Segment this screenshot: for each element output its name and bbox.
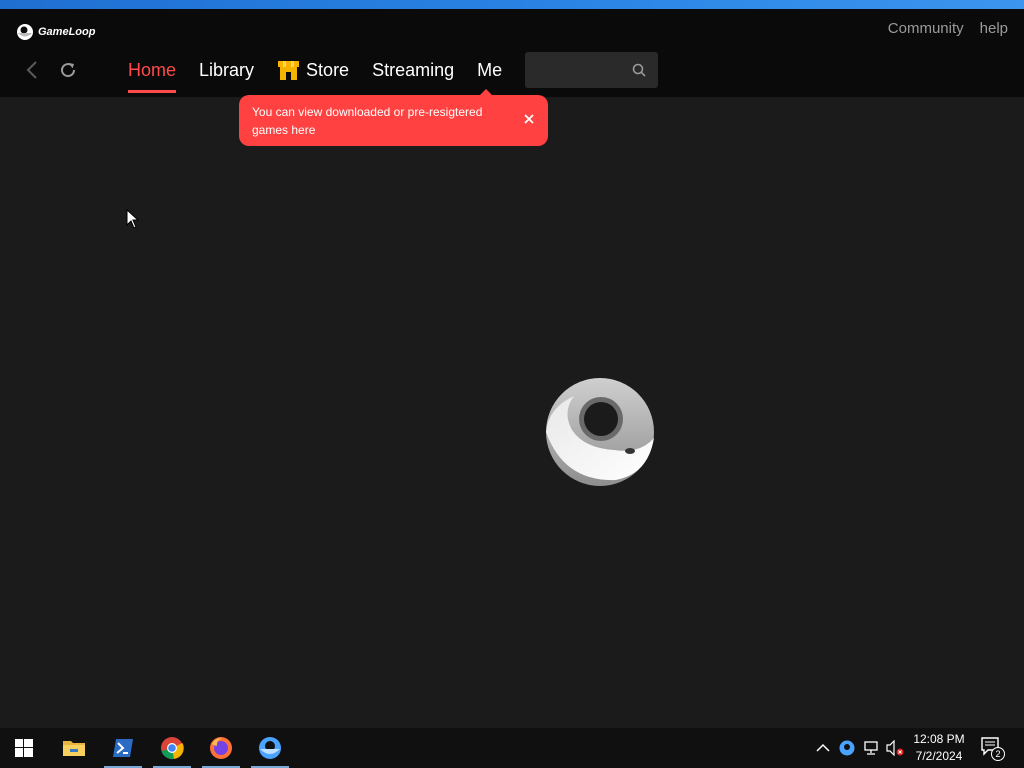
refresh-button[interactable] [57, 59, 79, 81]
clock-date: 7/2/2024 [915, 749, 963, 763]
search-icon[interactable] [632, 63, 646, 77]
firefox-icon [210, 737, 232, 759]
network-icon [864, 741, 878, 755]
main-tabs: Home Library Store Streaming Me [128, 57, 525, 93]
action-center-button[interactable]: 2 [980, 736, 1006, 762]
tab-me-label: Me [477, 59, 503, 80]
file-explorer-icon [63, 741, 85, 756]
tab-home[interactable]: Home [128, 59, 177, 93]
gameloop-logo-icon [17, 24, 33, 40]
refresh-icon [61, 63, 76, 78]
help-link[interactable]: help [980, 20, 1008, 37]
clock-time: 12:08 PM [913, 732, 965, 746]
chrome-icon [161, 737, 184, 760]
tooltip-text: You can view downloaded or pre-resigtere… [252, 105, 483, 137]
gameloop-tray-icon [839, 740, 855, 756]
windows-start-icon [15, 739, 33, 757]
gameloop-logo: GameLoop [16, 23, 95, 41]
start-button[interactable] [0, 728, 48, 768]
tab-store-label: Store [306, 59, 350, 80]
tab-me[interactable]: Me [477, 60, 502, 81]
tab-library[interactable]: Library [199, 60, 254, 81]
gameloop-icon [259, 737, 281, 759]
app-header: GameLoop Community help Home Library Sto… [0, 9, 1024, 97]
chevron-left-icon [26, 61, 37, 79]
taskbar-chrome[interactable] [148, 728, 196, 768]
search-box[interactable] [525, 52, 658, 88]
top-links: Community help [888, 20, 1008, 37]
taskbar-file-explorer[interactable] [50, 728, 98, 768]
volume-muted-icon [886, 740, 904, 756]
tab-home-label: Home [128, 59, 177, 80]
store-icon [278, 60, 300, 80]
logo-text: GameLoop [38, 26, 96, 38]
notification-count-badge: 2 [991, 747, 1005, 761]
taskbar-clock[interactable]: 12:08 PM 7/2/2024 [906, 731, 972, 765]
close-icon[interactable] [522, 112, 536, 126]
tab-store[interactable]: Store [277, 60, 349, 81]
library-tip-popup: You can view downloaded or pre-resigtere… [239, 89, 548, 146]
tray-gameloop[interactable] [838, 739, 856, 757]
window-top-accent [0, 0, 1024, 9]
tab-library-label: Library [199, 59, 255, 80]
powershell-icon [113, 739, 133, 757]
taskbar-firefox[interactable] [197, 728, 245, 768]
tray-network[interactable] [862, 739, 880, 757]
chevron-up-icon [816, 743, 830, 752]
tray-expand[interactable] [814, 739, 832, 757]
taskbar-powershell[interactable] [99, 728, 147, 768]
tab-streaming[interactable]: Streaming [372, 60, 454, 81]
back-button[interactable] [21, 59, 43, 81]
tab-streaming-label: Streaming [372, 59, 455, 80]
community-link[interactable]: Community [888, 20, 964, 37]
taskbar-gameloop[interactable] [246, 728, 294, 768]
tray-volume[interactable] [886, 739, 904, 757]
mouse-cursor-icon [126, 209, 140, 229]
windows-taskbar [0, 728, 1024, 768]
loading-logo-icon [546, 378, 654, 486]
search-input[interactable] [533, 60, 623, 80]
